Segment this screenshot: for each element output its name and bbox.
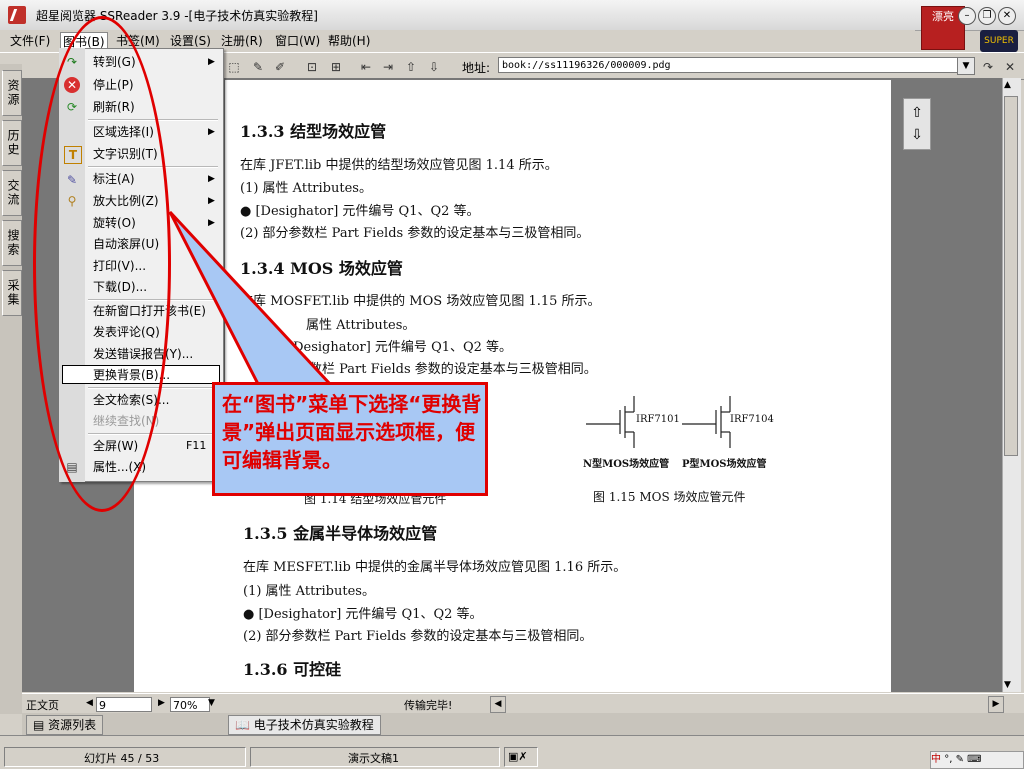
fet2-caption: P型MOS场效应管 [682, 459, 767, 470]
select-tool-icon[interactable]: ⬚ [224, 57, 244, 77]
menu-help[interactable]: 帮助(H) [326, 32, 372, 49]
book-icon: 📖 [235, 718, 254, 732]
submenu-arrow-icon: ▶ [208, 127, 215, 137]
menu-window[interactable]: 窗口(W) [273, 32, 322, 49]
page-number-input[interactable]: 9 [96, 697, 152, 712]
ime-punct-icon[interactable]: °, [944, 754, 952, 765]
app-logo-icon [8, 6, 26, 24]
address-dropdown-icon[interactable]: ▼ [957, 57, 975, 75]
submenu-arrow-icon: ▶ [208, 174, 215, 184]
go-icon[interactable]: ↷ [978, 57, 998, 77]
annotation-ellipse [33, 16, 171, 512]
spellcheck-icon[interactable]: ▣✗ [508, 750, 528, 763]
hscroll-right-icon[interactable]: ▶ [988, 696, 1004, 713]
side-tab-search[interactable]: 搜索 [2, 220, 22, 266]
annotate-tool-icon[interactable]: ✎ [248, 57, 268, 77]
scroll-down-icon[interactable]: ▼ [1004, 680, 1011, 690]
deck-name: 演示文稿1 [348, 752, 399, 765]
title-bar: 超星阅览器 SSReader 3.9 -[电子技术仿真实验教程] [0, 0, 1024, 31]
fit-width-icon[interactable]: ⊡ [302, 57, 322, 77]
zoom-dropdown-icon[interactable]: ▼ [208, 698, 215, 708]
doc-paragraph: (2) 部分参数栏 Part Fields 参数的设定基本与三极管相同。 [243, 629, 593, 644]
fit-page-icon[interactable]: ⊞ [326, 57, 346, 77]
fet2-part-label: IRF7104 [730, 414, 774, 425]
app-status-bar: 幻灯片 45 / 53 演示文稿1 ▣✗ [0, 735, 1024, 769]
first-page-icon[interactable]: ⇤ [356, 57, 376, 77]
close-button[interactable]: ✕ [998, 7, 1016, 25]
menu-settings[interactable]: 设置(S) [168, 32, 213, 49]
side-tab-strip: 资源 历史 交流 搜索 采集 [0, 64, 22, 714]
address-label: 地址: [462, 61, 491, 75]
page-nav-panel: ⇧ ⇩ [903, 98, 931, 150]
arrow-up-icon[interactable]: ⇧ [401, 57, 421, 77]
scroll-up-icon[interactable]: ▲ [1004, 80, 1011, 90]
hscroll-left-icon[interactable]: ◀ [490, 696, 506, 713]
side-tab-collect[interactable]: 采集 [2, 270, 22, 316]
menu-shortcut: F11 [186, 439, 207, 452]
globe-logo-icon: SUPER [980, 30, 1018, 52]
next-arrow-icon[interactable]: ▶ [158, 698, 165, 708]
ime-tray[interactable]: 中 °, ✎ ⌨ [930, 751, 1024, 769]
doc-paragraph: 参数栏 Part Fields 参数的设定基本与三极管相同。 [296, 362, 597, 377]
slide-counter: 幻灯片 45 / 53 [84, 752, 160, 765]
highlight-tool-icon[interactable]: ✐ [270, 57, 290, 77]
close-pane-icon[interactable]: ✕ [1000, 57, 1020, 77]
ime-keyboard-icon[interactable]: ⌨ [967, 754, 981, 765]
bottom-tab-bar: ▤ 资源列表 📖 电子技术仿真实验教程 [22, 713, 1024, 735]
tab-current-book[interactable]: 📖 电子技术仿真实验教程 [228, 715, 381, 735]
window-title: 超星阅览器 SSReader 3.9 -[电子技术仿真实验教程] [36, 9, 318, 23]
section-heading-1-3-6: 1.3.6 可控硅 [243, 660, 342, 679]
menu-register[interactable]: 注册(R) [219, 32, 265, 49]
doc-paragraph: (1) 属性 Attributes。 [243, 584, 375, 599]
submenu-arrow-icon: ▶ [208, 196, 215, 206]
doc-paragraph: ● [Desighator] 元件编号 Q1、Q2 等。 [243, 607, 483, 622]
view-mode-label[interactable]: 正文页 [26, 697, 59, 713]
last-page-icon[interactable]: ⇥ [378, 57, 398, 77]
tab-label: 电子技术仿真实验教程 [253, 718, 374, 732]
ime-chinese-icon[interactable]: 中 [931, 754, 941, 765]
address-input[interactable]: book://ss11196326/000009.pdg [498, 57, 958, 73]
list-icon: ▤ [33, 718, 49, 732]
doc-paragraph: (1) 属性 Attributes。 [240, 181, 372, 196]
transfer-status: 传输完毕! [404, 699, 453, 712]
fet1-part-label: IRF7101 [636, 414, 680, 425]
doc-paragraph: 在库 MESFET.lib 中提供的金属半导体场效应管见图 1.16 所示。 [243, 560, 627, 575]
doc-paragraph: 在库 JFET.lib 中提供的结型场效应管见图 1.14 所示。 [240, 158, 558, 173]
next-page-icon[interactable]: ⇩ [909, 126, 925, 144]
prev-page-icon[interactable]: ⇧ [909, 104, 925, 122]
figure-caption-1-15: 图 1.15 MOS 场效应管元件 [593, 490, 746, 504]
section-heading-1-3-5: 1.3.5 金属半导体场效应管 [243, 524, 438, 543]
prev-arrow-icon[interactable]: ◀ [86, 698, 93, 708]
scroll-thumb[interactable] [1004, 96, 1018, 456]
menu-bar: 文件(F) 图书(B) 书签(M) 设置(S) 注册(R) 窗口(W) 帮助(H… [0, 30, 915, 51]
document-status-bar: 正文页 ◀ 9 ▶ 70% ▼ 传输完毕! ◀ ▶ [22, 693, 1024, 714]
side-tab-history[interactable]: 历史 [2, 120, 22, 166]
side-tab-exchange[interactable]: 交流 [2, 170, 22, 216]
arrow-down-icon[interactable]: ⇩ [424, 57, 444, 77]
side-tab-resources[interactable]: 资源 [2, 70, 22, 116]
zoom-select[interactable]: 70% [170, 697, 210, 712]
submenu-arrow-icon: ▶ [208, 57, 215, 67]
tab-resource-list[interactable]: ▤ 资源列表 [26, 715, 104, 735]
restore-button[interactable]: ❐ [978, 7, 996, 25]
document-page-edge [134, 478, 226, 692]
menu-file[interactable]: 文件(F) [8, 32, 52, 49]
ime-pen-icon[interactable]: ✎ [956, 754, 964, 765]
minimize-button[interactable]: – [958, 7, 976, 25]
section-heading-1-3-3: 1.3.3 结型场效应管 [240, 122, 387, 141]
callout-text: 在“图书”菜单下选择“更换背景”弹出页面显示选项框，便可编辑背景。 [222, 392, 482, 472]
callout-pointer [168, 210, 334, 386]
fet1-caption: N型MOS场效应管 [583, 459, 670, 470]
tab-label: 资源列表 [48, 718, 97, 732]
